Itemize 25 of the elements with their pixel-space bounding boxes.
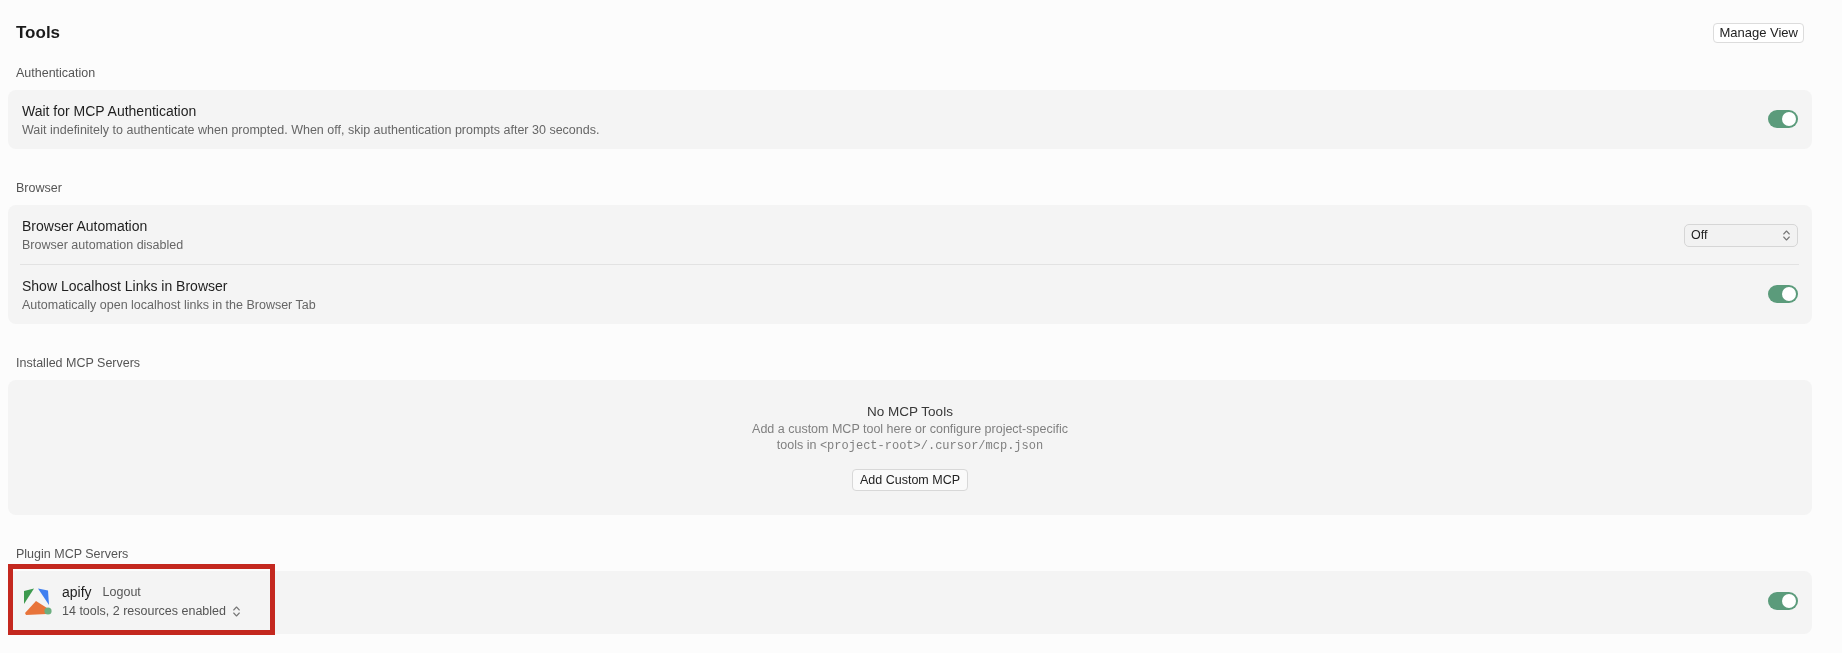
dropdown-select[interactable]: Off	[1684, 223, 1798, 247]
page-title: Tools	[16, 22, 61, 44]
empty-state-description: Add a custom MCP tool here or configure project-specific tools in <project-root>/.cursor/mcp.json	[751, 421, 1069, 454]
server-name: apify	[62, 583, 92, 601]
toggle-switch[interactable]	[1768, 110, 1798, 128]
toggle-switch[interactable]	[1768, 591, 1798, 610]
setting-title: Wait for MCP Authentication	[22, 102, 197, 120]
section-label: Browser	[16, 180, 62, 196]
add-custom-mcp-button[interactable]: Add Custom MCP	[852, 469, 968, 491]
app-logo-icon	[23, 587, 50, 616]
setting-description: Automatically open localhost links in the Browser Tab	[22, 297, 316, 313]
tools-summary-dropdown[interactable]: 14 tools, 2 resources enabled	[62, 602, 240, 620]
section-label: Authentication	[16, 65, 96, 81]
setting-description: Wait indefinitely to authenticate when prompted. When off, skip authentication prompts after 30 seconds.	[22, 122, 600, 138]
setting-title: Browser Automation	[22, 217, 148, 235]
up-down-chevron-icon	[1783, 229, 1790, 241]
up-down-chevron-icon	[233, 605, 240, 617]
manage-view-button[interactable]: Manage View	[1713, 23, 1804, 43]
toggle-switch[interactable]	[1768, 285, 1798, 303]
section-label: Installed MCP Servers	[16, 355, 141, 371]
setting-title: Show Localhost Links in Browser	[22, 277, 228, 295]
section-label: Plugin MCP Servers	[16, 546, 129, 562]
setting-description: Browser automation disabled	[22, 237, 184, 253]
empty-state-title: No MCP Tools	[867, 403, 953, 421]
logout-link[interactable]: Logout	[102, 583, 141, 601]
